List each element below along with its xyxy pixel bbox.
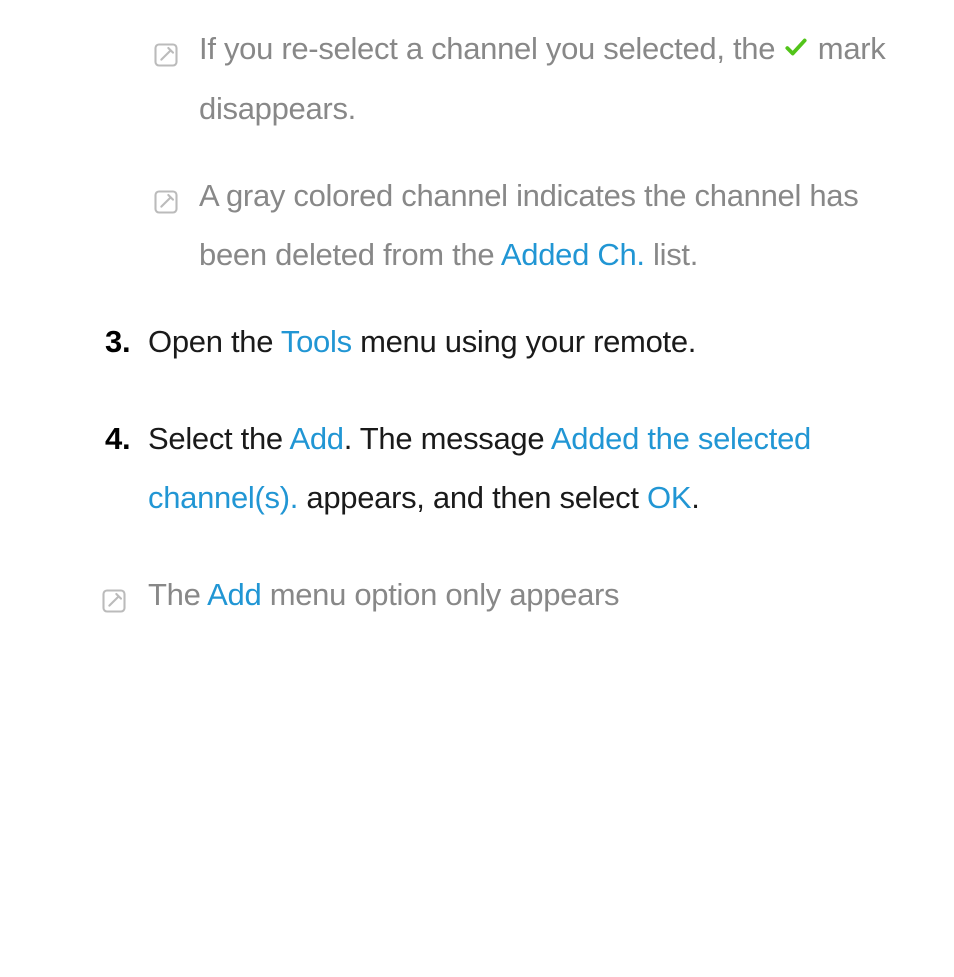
link-add: Add: [289, 421, 343, 456]
step-number: 4.: [105, 410, 130, 469]
step-text: Open the: [148, 324, 281, 359]
step-text: appears, and then select: [298, 480, 647, 515]
link-add: Add: [207, 577, 261, 612]
note-reselect-channel: If you re-select a channel you selected,…: [0, 20, 954, 139]
note-add-menu: The Add menu option only appears: [0, 566, 954, 625]
step-4: 4. Select the Add. The message Added the…: [0, 410, 954, 528]
note-icon: [100, 576, 128, 635]
note-text-post: list.: [645, 237, 698, 272]
note-text-pre: If you re-select a channel you selected,…: [199, 31, 783, 66]
note-icon: [152, 30, 180, 89]
step-text: . The message: [344, 421, 551, 456]
step-text: menu using your remote.: [352, 324, 696, 359]
note-text: The: [148, 577, 207, 612]
step-number: 3.: [105, 313, 130, 372]
note-text: menu option only appears: [261, 577, 619, 612]
link-added-ch: Added Ch.: [501, 237, 645, 272]
note-gray-channel: A gray colored channel indicates the cha…: [0, 167, 954, 285]
link-ok: OK: [647, 480, 691, 515]
step-3: 3. Open the Tools menu using your remote…: [0, 313, 954, 372]
step-text: Select the: [148, 421, 289, 456]
link-tools: Tools: [281, 324, 352, 359]
checkmark-icon: [783, 21, 809, 80]
note-icon: [152, 177, 180, 236]
step-text: .: [691, 480, 699, 515]
